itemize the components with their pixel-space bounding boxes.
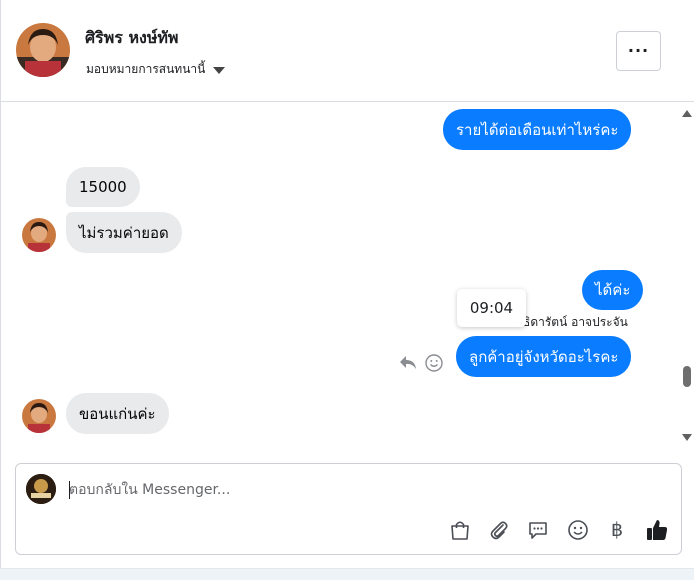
message-text: 15000 — [79, 178, 127, 196]
saved-reply-icon[interactable] — [526, 518, 550, 542]
scroll-up-arrow[interactable] — [682, 110, 692, 117]
message-text: รายได้ต่อเดือนเท่าไหร่คะ — [456, 120, 619, 139]
contact-avatar-small[interactable] — [22, 399, 56, 433]
tooltip-time: 09:04 — [469, 299, 514, 317]
react-emoji-icon[interactable] — [425, 354, 443, 372]
sender-name: ธิดารัตน์ อาจประจัน — [523, 315, 628, 329]
message-outgoing[interactable]: ได้ค่ะ — [582, 270, 644, 310]
message-text: ขอนแก่นค่ะ — [79, 404, 156, 423]
footer-band — [0, 568, 694, 580]
conversation-header: ศิริพร หงษ์ทัพ มอบหมายการสนทนานี้ ··· — [1, 0, 694, 102]
page-avatar — [26, 474, 56, 504]
shopping-bag-icon[interactable] — [448, 518, 472, 542]
text-cursor — [69, 481, 70, 499]
baht-symbol: ฿ — [610, 519, 624, 541]
message-incoming[interactable]: ขอนแก่นค่ะ — [66, 393, 169, 434]
assign-conversation-label: มอบหมายการสนทนานี้ — [86, 62, 206, 76]
reply-icon[interactable] — [398, 352, 418, 372]
contact-name: ศิริพร หงษ์ทัพ — [85, 28, 179, 47]
contact-avatar[interactable] — [16, 23, 70, 77]
caret-down-icon — [213, 66, 226, 74]
conversation-panel: ศิริพร หงษ์ทัพ มอบหมายการสนทนานี้ ··· รา… — [0, 0, 694, 580]
scroll-down-arrow[interactable] — [682, 434, 692, 441]
message-outgoing[interactable]: รายได้ต่อเดือนเท่าไหร่คะ — [443, 109, 632, 150]
assign-conversation-dropdown[interactable]: มอบหมายการสนทนานี้ — [86, 60, 226, 79]
reply-input[interactable] — [69, 479, 629, 501]
paperclip-icon[interactable] — [487, 518, 511, 542]
message-incoming[interactable]: ไม่รวมค่ายอด — [66, 212, 182, 253]
message-text: ไม่รวมค่ายอด — [79, 223, 169, 242]
baht-icon[interactable]: ฿ — [605, 518, 629, 542]
contact-avatar-small[interactable] — [22, 218, 56, 252]
reply-composer: ฿ — [15, 463, 682, 555]
message-outgoing[interactable]: ลูกค้าอยู่จังหวัดอะไรคะ — [456, 336, 632, 377]
more-dots-icon: ··· — [627, 41, 650, 60]
message-text: ได้ค่ะ — [595, 281, 631, 299]
more-options-button[interactable]: ··· — [616, 31, 661, 71]
message-text: ลูกค้าอยู่จังหวัดอะไรคะ — [469, 347, 619, 366]
timestamp-tooltip: 09:04 — [457, 289, 526, 327]
scrollbar-thumb[interactable] — [683, 366, 691, 387]
message-incoming[interactable]: 15000 — [66, 167, 140, 207]
thumbs-up-icon[interactable] — [645, 518, 669, 542]
emoji-icon[interactable] — [566, 518, 590, 542]
